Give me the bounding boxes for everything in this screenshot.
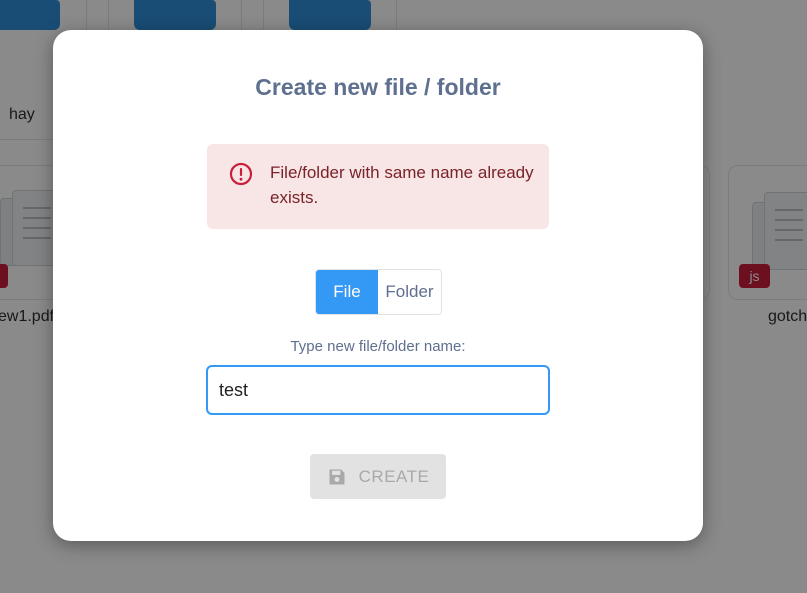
floppy-disk-icon — [329, 469, 345, 484]
create-button-label: CREATE — [358, 466, 430, 486]
dialog-title: Create new file / folder — [255, 74, 501, 100]
item-type-toggle: File Folder — [315, 269, 442, 315]
name-field-label: Type new file/folder name: — [290, 338, 466, 355]
create-item-dialog: Create new file / folder File/folder wit… — [53, 30, 703, 541]
create-button[interactable]: CREATE — [310, 454, 446, 499]
toggle-file-option[interactable]: File — [316, 270, 378, 314]
error-alert: File/folder with same name already exist… — [207, 144, 549, 229]
toggle-folder-option[interactable]: Folder — [378, 270, 441, 314]
name-input[interactable] — [206, 365, 550, 415]
exclamation-circle-icon — [229, 162, 253, 186]
error-message: File/folder with same name already exist… — [270, 163, 534, 207]
